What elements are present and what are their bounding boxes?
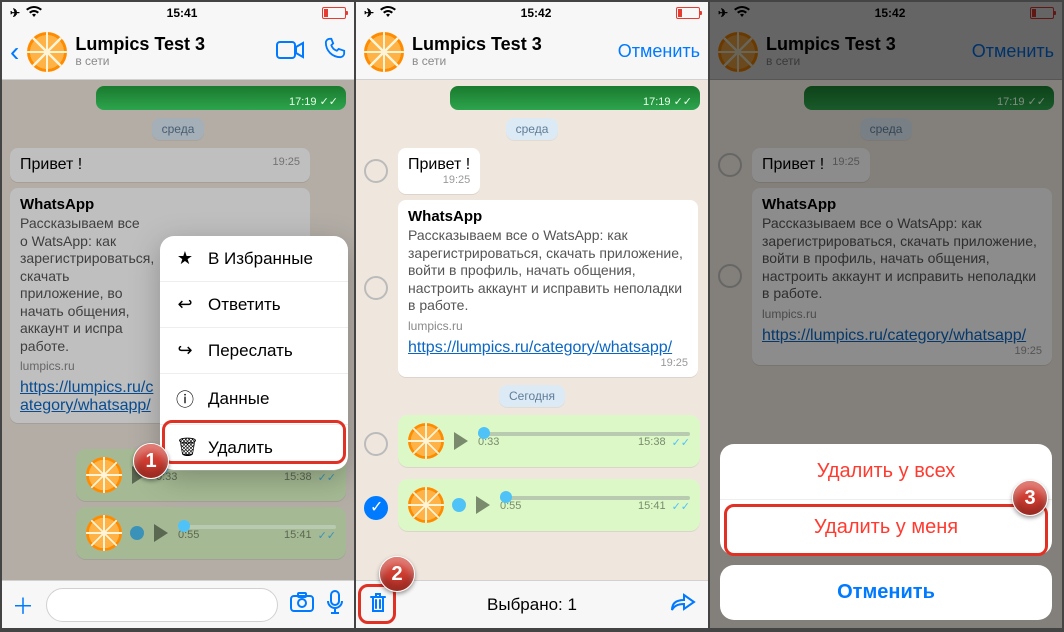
camera-button[interactable]	[290, 592, 314, 618]
voice-track[interactable]	[178, 525, 336, 529]
voice-avatar	[408, 423, 444, 459]
link-preview-desc: Рассказываем все о WatsApp: как зарегист…	[408, 227, 688, 315]
voice-message-2[interactable]: 0:5515:41✓✓	[76, 507, 346, 559]
menu-label: Переслать	[208, 341, 293, 361]
link-url[interactable]: https://lumpics.ru/category/whatsapp/	[20, 379, 158, 415]
reply-icon: ↩	[176, 294, 194, 315]
select-radio[interactable]	[364, 159, 388, 183]
menu-item-forward[interactable]: ↪ Переслать	[160, 327, 348, 373]
menu-item-favorite[interactable]: ★ В Избранные	[160, 236, 348, 281]
menu-label: Данные	[208, 389, 269, 409]
callout-3: 3	[1012, 480, 1048, 516]
link-preview-domain: lumpics.ru	[408, 319, 688, 333]
forward-icon: ↪	[176, 340, 194, 361]
attach-button[interactable]: ＋	[12, 589, 34, 621]
input-bar: ＋	[2, 580, 354, 628]
back-button[interactable]: ‹	[10, 36, 19, 68]
voice-message-1[interactable]: 0:3315:38✓✓	[398, 415, 700, 467]
video-call-button[interactable]	[276, 39, 304, 65]
sheet-delete-for-everyone[interactable]: Удалить у всех	[720, 444, 1052, 499]
message-hello[interactable]: Привет ! 19:25	[10, 148, 310, 182]
message-time: 19:25	[272, 156, 300, 168]
message-hello[interactable]: Привет ! 19:25	[398, 148, 480, 194]
select-radio-checked[interactable]	[364, 496, 388, 520]
link-preview-title: WhatsApp	[20, 196, 300, 213]
highlight-delete-menu	[162, 420, 346, 464]
mic-icon	[130, 526, 144, 540]
chat-nav-bar: ‹ Lumpics Test 3 в сети	[2, 24, 354, 80]
cancel-button[interactable]: Отменить	[618, 41, 700, 62]
play-icon[interactable]	[476, 496, 490, 514]
menu-label: В Избранные	[208, 249, 313, 269]
link-url[interactable]: https://lumpics.ru/category/whatsapp/	[408, 339, 672, 356]
message-time: 19:25	[660, 357, 688, 369]
info-icon: ⓘ	[176, 386, 194, 412]
play-icon[interactable]	[154, 524, 168, 542]
voice-message-2[interactable]: 0:5515:41✓✓	[398, 479, 700, 531]
prev-image-bubble[interactable]: 17:19 ✓✓	[96, 86, 346, 110]
star-icon: ★	[176, 248, 194, 269]
selection-count: Выбрано: 1	[356, 595, 708, 615]
voice-call-button[interactable]	[324, 37, 346, 66]
chat-nav-bar: Lumpics Test 3 в сети Отменить	[356, 24, 708, 80]
highlight-delete-for-me	[724, 504, 1048, 556]
callout-1: 1	[133, 443, 169, 479]
chat-title[interactable]: Lumpics Test 3	[75, 35, 268, 55]
menu-item-info[interactable]: ⓘ Данные	[160, 373, 348, 424]
avatar[interactable]	[27, 32, 67, 72]
screenshot-3: ✈ 15:42 Lumpics Test 3 в сети Отменить 1…	[710, 2, 1062, 628]
message-time: 19:25	[443, 174, 471, 186]
message-text: Привет !	[408, 156, 470, 173]
menu-item-reply[interactable]: ↩ Ответить	[160, 281, 348, 327]
select-radio[interactable]	[364, 432, 388, 456]
message-text: Привет !	[20, 156, 82, 173]
voice-avatar	[86, 457, 122, 493]
wifi-icon	[380, 6, 396, 21]
menu-label: Ответить	[208, 295, 281, 315]
link-preview-desc: Рассказываем все о WatsApp: как зарегист…	[20, 215, 150, 355]
date-separator: среда	[152, 118, 205, 140]
chat-body: 17:19 ✓✓ среда Привет ! 19:25 WhatsApp Р…	[356, 80, 708, 580]
chat-status: в сети	[75, 55, 268, 68]
callout-2: 2	[379, 556, 415, 592]
status-time: 15:41	[167, 6, 198, 20]
airplane-mode-icon: ✈	[10, 6, 20, 20]
screenshot-1: ✈ 15:41 ‹ Lumpics Test 3 в сети 17:19 ✓✓…	[2, 2, 354, 628]
avatar[interactable]	[364, 32, 404, 72]
wifi-icon	[26, 6, 42, 21]
link-preview-title: WhatsApp	[408, 208, 688, 225]
date-separator: среда	[506, 118, 559, 140]
date-separator: Сегодня	[499, 385, 565, 407]
message-link-preview[interactable]: WhatsApp Рассказываем все о WatsApp: как…	[398, 200, 698, 377]
ios-status-bar: ✈ 15:42	[356, 2, 708, 24]
voice-track[interactable]	[500, 496, 690, 500]
voice-track[interactable]	[478, 432, 690, 436]
mic-button[interactable]	[326, 590, 344, 620]
prev-image-bubble[interactable]: 17:19 ✓✓	[450, 86, 700, 110]
screenshot-2: ✈ 15:42 Lumpics Test 3 в сети Отменить 1…	[356, 2, 708, 628]
sheet-cancel[interactable]: Отменить	[720, 565, 1052, 620]
message-input[interactable]	[46, 588, 278, 622]
play-icon[interactable]	[454, 432, 468, 450]
airplane-mode-icon: ✈	[364, 6, 374, 20]
select-radio[interactable]	[364, 276, 388, 300]
ios-status-bar: ✈ 15:41	[2, 2, 354, 24]
battery-icon	[676, 7, 700, 19]
chat-status: в сети	[412, 55, 610, 68]
status-time: 15:42	[521, 6, 552, 20]
mic-icon	[452, 498, 466, 512]
battery-icon	[322, 7, 346, 19]
voice-avatar	[408, 487, 444, 523]
voice-avatar	[86, 515, 122, 551]
chat-title[interactable]: Lumpics Test 3	[412, 35, 610, 55]
